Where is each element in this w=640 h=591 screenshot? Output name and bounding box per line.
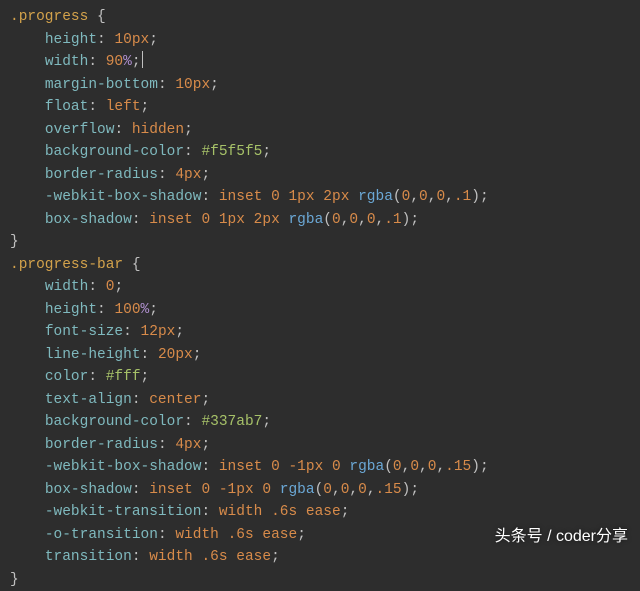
css-declaration: border-radius: 4px;	[10, 164, 640, 187]
css-declaration: margin-bottom: 10px;	[10, 74, 640, 97]
css-declaration: height: 100%;	[10, 299, 640, 322]
code-block: .progress { height: 10px; width: 90%; ma…	[0, 0, 640, 591]
css-declaration: -webkit-box-shadow: inset 0 1px 2px rgba…	[10, 186, 640, 209]
css-selector-line: .progress-bar {	[10, 254, 640, 277]
css-declaration: line-height: 20px;	[10, 344, 640, 367]
css-declaration: overflow: hidden;	[10, 119, 640, 142]
css-declaration: float: left;	[10, 96, 640, 119]
css-declaration: background-color: #f5f5f5;	[10, 141, 640, 164]
css-declaration: box-shadow: inset 0 1px 2px rgba(0,0,0,.…	[10, 209, 640, 232]
css-declaration: width: 90%;	[10, 51, 640, 74]
css-declaration: -webkit-transition: width .6s ease;	[10, 501, 640, 524]
css-declaration: background-color: #337ab7;	[10, 411, 640, 434]
css-close-brace: }	[10, 569, 640, 591]
css-declaration: border-radius: 4px;	[10, 434, 640, 457]
css-selector-line: .progress {	[10, 6, 640, 29]
css-declaration: text-align: center;	[10, 389, 640, 412]
css-declaration: font-size: 12px;	[10, 321, 640, 344]
watermark: 头条号 / coder分享	[495, 526, 628, 549]
text-cursor	[142, 51, 143, 68]
css-declaration: color: #fff;	[10, 366, 640, 389]
css-declaration: box-shadow: inset 0 -1px 0 rgba(0,0,0,.1…	[10, 479, 640, 502]
css-declaration: width: 0;	[10, 276, 640, 299]
css-declaration: -webkit-box-shadow: inset 0 -1px 0 rgba(…	[10, 456, 640, 479]
css-declaration: transition: width .6s ease;	[10, 546, 640, 569]
css-close-brace: }	[10, 231, 640, 254]
css-declaration: height: 10px;	[10, 29, 640, 52]
